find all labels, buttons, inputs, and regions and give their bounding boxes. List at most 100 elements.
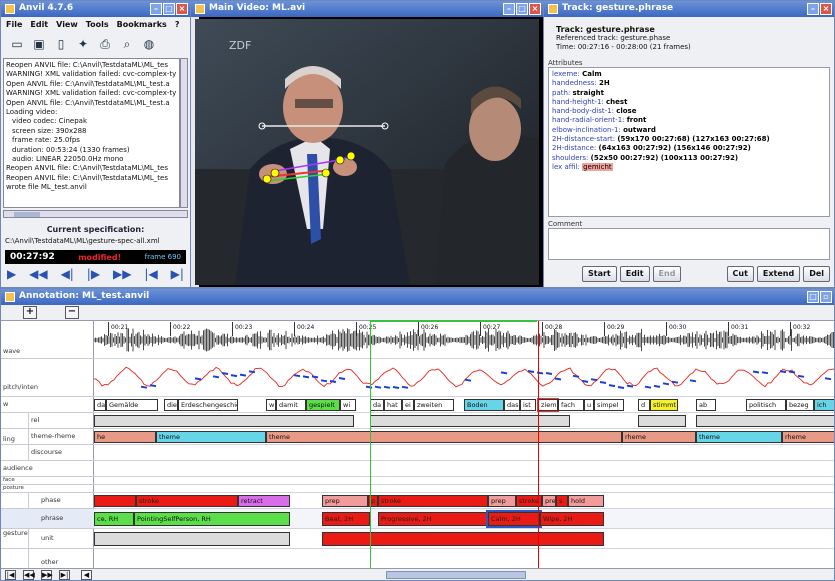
- go-start-icon[interactable]: |◀: [144, 267, 157, 281]
- zoom-out-icon[interactable]: −: [65, 306, 79, 319]
- track-titlebar[interactable]: Track: gesture.phrase – ×: [544, 1, 834, 17]
- theme-element[interactable]: theme: [266, 431, 622, 443]
- word-track[interactable]: das Gemälde die Erdeschengeschic w damit…: [94, 397, 834, 413]
- menu-view[interactable]: View: [56, 20, 78, 29]
- word-element[interactable]: u: [584, 399, 594, 411]
- delete-button[interactable]: Del: [803, 266, 830, 282]
- page-back-icon[interactable]: ◀◀: [23, 570, 35, 580]
- open-folder-icon[interactable]: ▭: [9, 36, 25, 52]
- zoom-in-icon[interactable]: +: [23, 306, 37, 319]
- maximize-icon[interactable]: □: [807, 291, 819, 303]
- go-start-icon[interactable]: |◀: [5, 570, 16, 580]
- phrase-element-selected[interactable]: Calm, 2H: [486, 510, 542, 528]
- attribute-row[interactable]: 2H-distance: (64x163 00:27:92) (156x146 …: [552, 144, 826, 153]
- rel-track[interactable]: [94, 413, 834, 429]
- print-icon[interactable]: ⎙: [97, 36, 113, 52]
- word-element[interactable]: Erdeschengeschic: [178, 399, 238, 411]
- attribute-row[interactable]: elbow-inclination-1: outward: [552, 126, 826, 135]
- phrase-element[interactable]: Progressive, 2H: [378, 512, 488, 526]
- word-element[interactable]: stimmt: [650, 399, 678, 411]
- attribute-row[interactable]: shoulders: (52x50 00:27:92) (100x113 00:…: [552, 154, 826, 163]
- edit-button[interactable]: Edit: [619, 266, 650, 282]
- settings-icon[interactable]: ✦: [75, 36, 91, 52]
- theme-element[interactable]: theme: [696, 431, 782, 443]
- annotation-titlebar[interactable]: Annotation: ML_test.anvil □ ▫: [1, 289, 834, 305]
- word-element[interactable]: politisch: [746, 399, 786, 411]
- posture-track[interactable]: [94, 485, 834, 493]
- phase-element[interactable]: prep: [322, 495, 368, 507]
- attribute-row[interactable]: path: straight: [552, 89, 826, 98]
- anvil-titlebar[interactable]: Anvil 4.7.6 – □ ×: [1, 1, 190, 17]
- scroll-thumb[interactable]: [14, 212, 40, 217]
- minimize-icon[interactable]: –: [807, 3, 819, 15]
- theme-element[interactable]: rheme: [782, 431, 834, 443]
- video-frame[interactable]: ZDF: [195, 19, 539, 285]
- phrase-element[interactable]: ce, RH: [94, 512, 134, 526]
- word-element[interactable]: ziemi: [537, 398, 559, 412]
- phase-element[interactable]: pre: [542, 495, 556, 507]
- find-icon[interactable]: ⌕: [119, 36, 135, 52]
- phrase-element[interactable]: PointingSelfPerson, RH: [134, 512, 290, 526]
- theme-element[interactable]: he: [94, 431, 156, 443]
- phase-element[interactable]: hold: [568, 495, 604, 507]
- menu-tools[interactable]: Tools: [86, 20, 109, 29]
- word-element[interactable]: ab: [696, 399, 716, 411]
- pitch-track[interactable]: [94, 359, 834, 397]
- word-element[interactable]: fach: [558, 399, 584, 411]
- save-icon[interactable]: ▣: [31, 36, 47, 52]
- attribute-row[interactable]: 2H-distance-start: (59x170 00:27:68) (12…: [552, 135, 826, 144]
- word-element[interactable]: simpel: [594, 399, 624, 411]
- audience-track[interactable]: [94, 461, 834, 477]
- track-label-theme-rheme[interactable]: theme-rheme: [1, 429, 94, 445]
- phase-element[interactable]: stroke: [136, 495, 238, 507]
- track-label-rel[interactable]: rel: [1, 413, 94, 429]
- selection-start-marker[interactable]: [370, 321, 371, 568]
- phase-element[interactable]: s: [556, 495, 568, 507]
- step-back-icon[interactable]: ◀|: [61, 267, 74, 281]
- attribute-row[interactable]: lexeme: Calm: [552, 70, 826, 79]
- word-element[interactable]: damit: [276, 399, 306, 411]
- attribute-row[interactable]: hand-height-1: chest: [552, 98, 826, 107]
- attribute-row[interactable]: hand-body-dist-1: close: [552, 107, 826, 116]
- scroll-thumb[interactable]: [386, 571, 526, 579]
- track-label-unit[interactable]: unit: [1, 529, 94, 549]
- track-label-w[interactable]: w: [1, 397, 94, 413]
- phrase-track[interactable]: ce, RH PointingSelfPerson, RH Beat, 2H P…: [94, 509, 834, 529]
- word-element[interactable]: hat: [384, 399, 402, 411]
- word-element[interactable]: Boden: [464, 399, 504, 411]
- unit-element[interactable]: [94, 532, 290, 546]
- globe-icon[interactable]: ◍: [141, 36, 157, 52]
- rel-element[interactable]: [94, 415, 354, 427]
- word-element[interactable]: w: [266, 399, 276, 411]
- discourse-track[interactable]: [94, 445, 834, 461]
- word-element[interactable]: das: [94, 399, 106, 411]
- phase-element[interactable]: prep: [488, 495, 516, 507]
- track-label-phase[interactable]: phase: [1, 493, 94, 509]
- word-element[interactable]: zweiten: [414, 399, 454, 411]
- phase-element[interactable]: stroke: [378, 495, 488, 507]
- face-track[interactable]: [94, 477, 834, 485]
- log-horizontal-scrollbar[interactable]: [3, 210, 188, 218]
- unit-element[interactable]: [322, 532, 604, 546]
- track-label-pitch[interactable]: pitch/inten: [1, 359, 94, 397]
- word-element[interactable]: die: [164, 399, 178, 411]
- unit-track[interactable]: [94, 529, 834, 549]
- play-icon[interactable]: ▶: [7, 267, 16, 281]
- scroll-left-icon[interactable]: ◀: [81, 570, 92, 580]
- end-button[interactable]: End: [652, 266, 682, 282]
- track-label-wave[interactable]: wave: [1, 321, 94, 359]
- maximize-icon[interactable]: □: [516, 3, 528, 15]
- track-label-face[interactable]: face: [1, 477, 94, 485]
- comment-input[interactable]: [548, 228, 830, 260]
- fast-rewind-icon[interactable]: ◀◀: [29, 267, 47, 281]
- word-element[interactable]: d: [638, 399, 650, 411]
- minimize-icon[interactable]: –: [150, 3, 162, 15]
- video-titlebar[interactable]: Main Video: ML.avi – □ ×: [191, 1, 543, 17]
- phase-element[interactable]: [94, 495, 136, 507]
- go-end-icon[interactable]: ▶|: [59, 570, 70, 580]
- word-element[interactable]: ei: [402, 399, 414, 411]
- step-forward-icon[interactable]: |▶: [87, 267, 100, 281]
- document-icon[interactable]: ▯: [53, 36, 69, 52]
- word-element[interactable]: Gemälde: [106, 399, 158, 411]
- wave-track[interactable]: [94, 321, 834, 359]
